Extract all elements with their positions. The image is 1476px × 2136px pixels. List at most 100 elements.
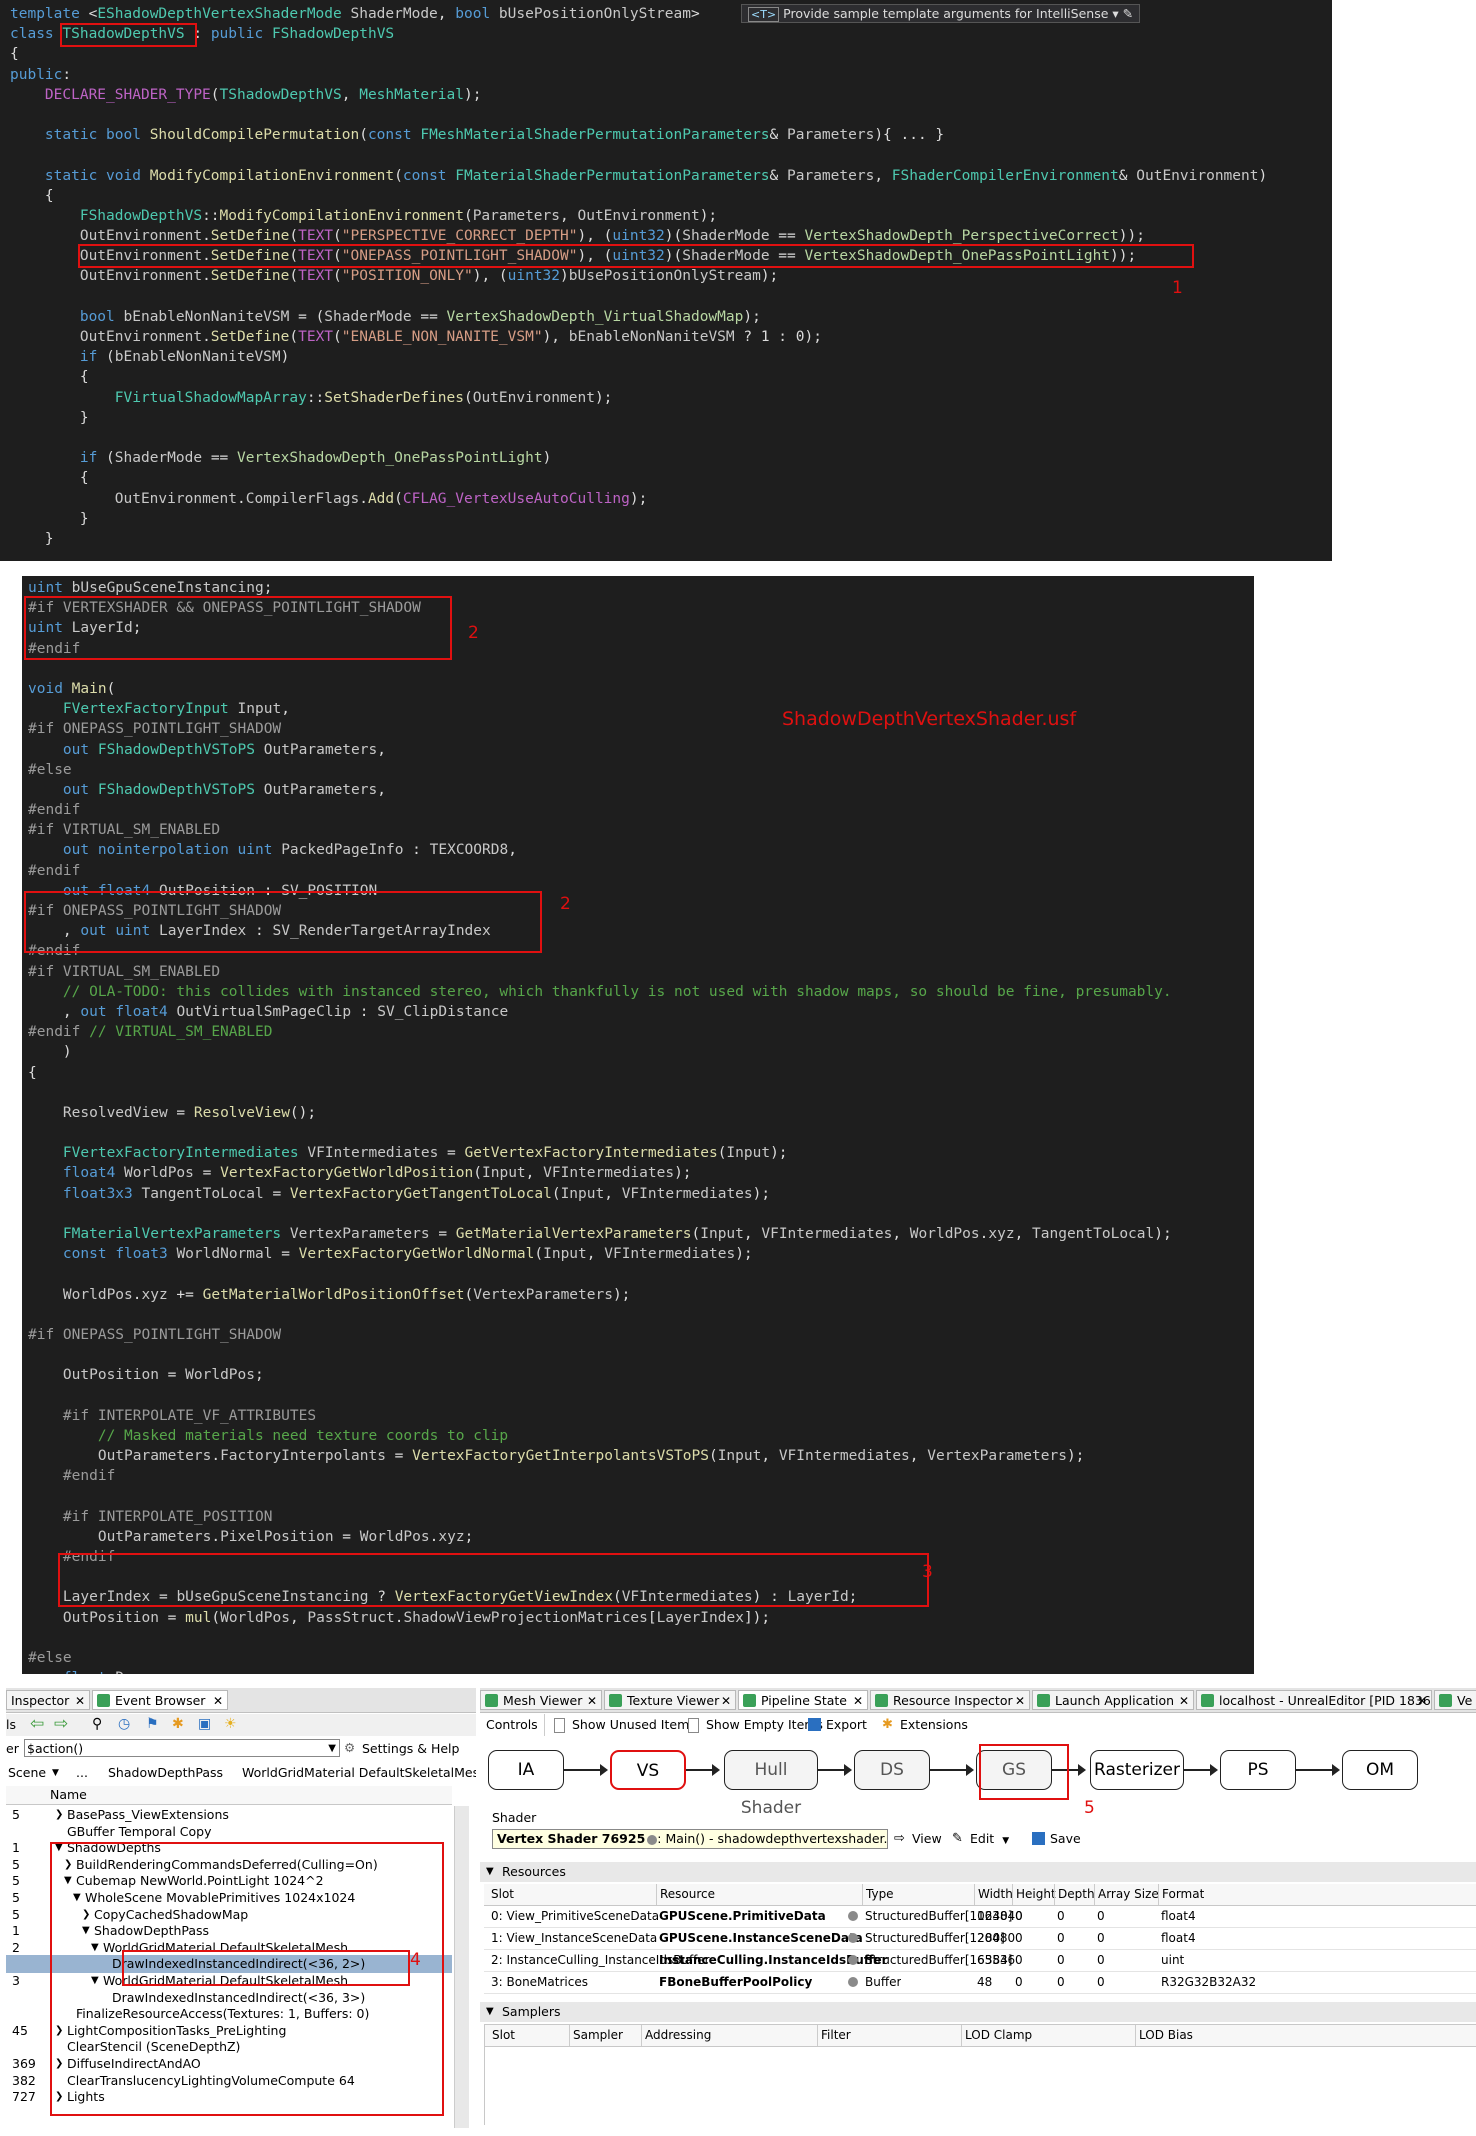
pipeline-stage-hull-shader[interactable]: Hull Shader: [724, 1750, 818, 1818]
settings-icon[interactable]: ✱: [172, 1716, 184, 1732]
tree-row[interactable]: GBuffer Temporal Copy: [6, 1823, 452, 1841]
tab-inspector[interactable]: Inspector ✕: [6, 1690, 90, 1710]
column-header[interactable]: Depth: [1054, 1884, 1095, 1905]
link-icon[interactable]: [647, 1834, 658, 1845]
intellisense-tooltip[interactable]: <T> Provide sample template arguments fo…: [741, 4, 1141, 23]
save-icon[interactable]: ▣: [198, 1716, 211, 1732]
column-header[interactable]: Sampler: [569, 2025, 623, 2046]
table-row[interactable]: 1: View_InstanceSceneData GPUScene.Instan…: [484, 1928, 1476, 1950]
close-icon[interactable]: ✕: [75, 1691, 85, 1709]
tab-texture-viewer[interactable]: Texture Viewer ✕: [604, 1690, 736, 1710]
code-line: static bool ShouldCompilePermutation(con…: [44, 127, 945, 144]
save-button[interactable]: Save: [1030, 1828, 1081, 1850]
link-icon[interactable]: [848, 1955, 858, 1965]
breadcrumb-material[interactable]: WorldGridMaterial DefaultSkeletalMesh: [242, 1762, 476, 1784]
link-icon[interactable]: [848, 1911, 858, 1921]
table-cell: 0: [1097, 1931, 1105, 1945]
controls-button[interactable]: Controls: [484, 1714, 545, 1736]
close-icon[interactable]: ✕: [213, 1691, 223, 1709]
column-header[interactable]: LOD Clamp: [961, 2025, 1032, 2046]
extensions-button[interactable]: ✱ Extensions: [880, 1714, 968, 1736]
pipeline-stage-rasterizer[interactable]: Rasterizer: [1090, 1750, 1184, 1790]
breadcrumb-shadowdepthpass[interactable]: ShadowDepthPass: [108, 1762, 223, 1784]
chevron-right-icon[interactable]: ❯: [55, 1806, 63, 1824]
tree-row[interactable]: 5 ❯ BasePass_ViewExtensions: [6, 1806, 452, 1824]
edit-button[interactable]: ✎ Edit ▼: [950, 1828, 1009, 1850]
tab-localhost[interactable]: localhost - UnrealEditor [PID 18368] ✕: [1196, 1690, 1432, 1710]
pipeline-stage-ps[interactable]: PS: [1220, 1750, 1296, 1790]
show-unused-items-toggle[interactable]: Show Unused Items: [552, 1714, 696, 1736]
tab-resource-inspector[interactable]: Resource Inspector ✕: [870, 1690, 1030, 1710]
close-icon[interactable]: ✕: [587, 1691, 597, 1709]
chevron-down-icon[interactable]: ▼: [1002, 1836, 1009, 1846]
tab-event-browser[interactable]: Event Browser ✕: [92, 1690, 228, 1710]
close-icon[interactable]: ✕: [1179, 1691, 1189, 1709]
close-icon[interactable]: ✕: [721, 1691, 731, 1709]
pipeline-stage-ds[interactable]: DS: [854, 1750, 930, 1790]
close-icon[interactable]: ✕: [1417, 1691, 1427, 1709]
bookmark-icon[interactable]: ⚑: [146, 1716, 159, 1732]
code-line: OutEnvironment.SetDefine(TEXT("POSITION_…: [79, 268, 779, 285]
resources-section-header[interactable]: Resources: [480, 1862, 1476, 1882]
tree-scrollbar[interactable]: [454, 1806, 469, 2128]
pipeline-stage-ia[interactable]: IA: [488, 1750, 564, 1790]
close-icon[interactable]: ✕: [853, 1691, 863, 1709]
sun-icon[interactable]: ☀: [224, 1716, 237, 1732]
highlight-class-name: [60, 23, 197, 47]
filter-input[interactable]: $action() ▼: [24, 1739, 340, 1757]
close-icon[interactable]: ✕: [1015, 1691, 1025, 1709]
highlight-box-2b: [24, 891, 542, 953]
tab-mesh-viewer[interactable]: Mesh Viewer ✕: [480, 1690, 602, 1710]
pipeline-arrow: [564, 1764, 608, 1776]
breadcrumb-ellipsis[interactable]: ...: [76, 1762, 88, 1784]
event-id: 1: [12, 1840, 20, 1856]
column-header[interactable]: Addressing: [641, 2025, 711, 2046]
chevron-down-icon[interactable]: ▼: [328, 1740, 336, 1758]
table-row[interactable]: 2: InstanceCulling_InstanceIdsBuffer Inst…: [484, 1950, 1476, 1972]
table-row[interactable]: 3: BoneMatrices FBoneBufferPoolPolicy Buff…: [484, 1972, 1476, 1994]
timeline-icon[interactable]: ◷: [118, 1716, 130, 1732]
table-cell: uint: [1161, 1953, 1185, 1967]
code-line: #else: [28, 761, 72, 778]
table-row[interactable]: 0: View_PrimitiveSceneData GPUScene.Primi…: [484, 1906, 1476, 1928]
gear-icon[interactable]: ⚙: [344, 1740, 355, 1755]
export-button[interactable]: Export: [806, 1714, 867, 1736]
link-icon[interactable]: [848, 1933, 858, 1943]
column-header[interactable]: Array Size: [1094, 1884, 1159, 1905]
view-button[interactable]: ⇨ View: [892, 1828, 942, 1850]
column-header[interactable]: Slot: [488, 1884, 514, 1905]
column-header[interactable]: Type: [862, 1884, 894, 1905]
samplers-section-header[interactable]: Samplers: [480, 2002, 1476, 2022]
link-icon[interactable]: [848, 1977, 858, 1987]
code-line: float3x3 TangentToLocal = VertexFactoryG…: [62, 1185, 771, 1202]
table-cell: GPUScene.InstanceSceneData: [659, 1931, 863, 1945]
code-line: static void ModifyCompilationEnvironment…: [44, 167, 1268, 184]
tab-launch-application[interactable]: Launch Application ✕: [1032, 1690, 1194, 1710]
column-header[interactable]: Resource: [656, 1884, 715, 1905]
forward-arrow-icon[interactable]: ⇨: [54, 1714, 68, 1734]
code-line: }: [10, 530, 54, 547]
column-header[interactable]: Format: [1158, 1884, 1204, 1905]
table-cell: 0: [1057, 1975, 1065, 1989]
show-empty-items-toggle[interactable]: Show Empty Items: [686, 1714, 823, 1736]
pipeline-toolbar: Controls Show Unused Items Show Empty It…: [480, 1714, 1476, 1738]
find-icon[interactable]: ⚲: [92, 1716, 102, 1732]
column-header[interactable]: Height: [1012, 1884, 1056, 1905]
tab-pipeline-state[interactable]: Pipeline State ✕: [738, 1690, 868, 1710]
column-header[interactable]: Filter: [817, 2025, 851, 2046]
col-name: Name: [50, 1787, 87, 1802]
breadcrumb-scene[interactable]: Scene: [8, 1762, 46, 1784]
tab-ve[interactable]: Ve: [1434, 1690, 1476, 1710]
event-id: 45: [12, 2022, 28, 2038]
column-header[interactable]: LOD Bias: [1135, 2025, 1193, 2046]
code-line: float Dummy;: [28, 1668, 1254, 1674]
shader-field[interactable]: Vertex Shader 76925: Main() - shadowdept…: [492, 1829, 888, 1849]
settings-help-button[interactable]: Settings & Help: [362, 1741, 459, 1756]
back-arrow-icon[interactable]: ⇦: [30, 1714, 44, 1734]
column-header[interactable]: Slot: [489, 2025, 515, 2046]
pipeline-stage-om[interactable]: OM: [1342, 1750, 1418, 1790]
pipeline-stage-vs[interactable]: VS: [610, 1750, 686, 1790]
column-header[interactable]: Width: [974, 1884, 1013, 1905]
